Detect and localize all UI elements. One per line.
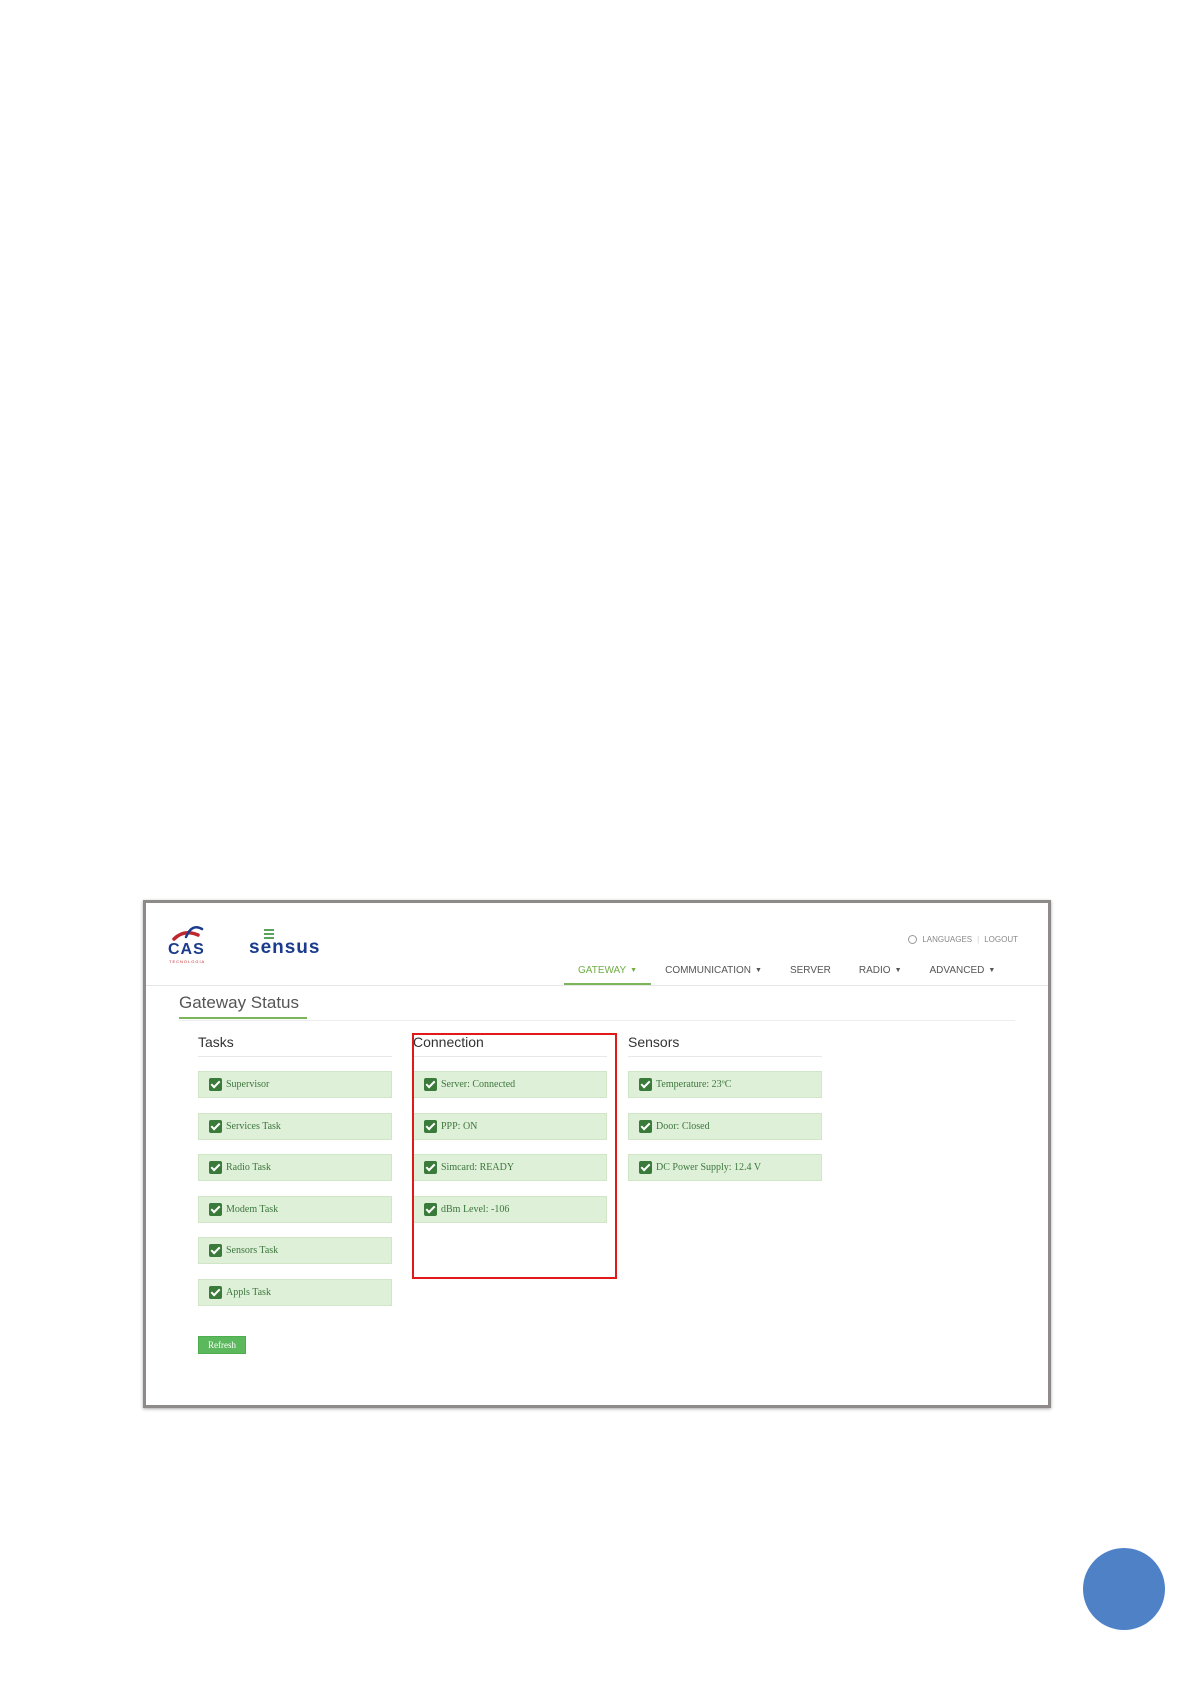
connection-title: Connection: [413, 1034, 607, 1057]
caret-down-icon: ▼: [755, 967, 762, 974]
connection-item-server: Server: Connected: [413, 1071, 607, 1098]
check-icon: [209, 1078, 222, 1091]
tasks-title: Tasks: [198, 1034, 392, 1057]
languages-link[interactable]: LANGUAGES: [922, 935, 972, 944]
refresh-button[interactable]: Refresh: [198, 1336, 246, 1354]
sensor-item-door: Door: Closed: [628, 1112, 822, 1140]
check-icon: [209, 1244, 222, 1257]
title-divider: [179, 1020, 1015, 1021]
status-label: PPP: ON: [441, 1120, 478, 1132]
check-icon: [424, 1119, 437, 1133]
nav-server-label: SERVER: [789, 965, 831, 976]
caret-down-icon: ▼: [630, 967, 638, 974]
sensor-item-temperature: Temperature: 23ºC: [628, 1071, 822, 1098]
check-icon: [209, 1285, 222, 1299]
connection-item-simcard: Simcard: READY: [413, 1154, 607, 1181]
status-label: Radio Task: [226, 1162, 271, 1173]
status-label: DC Power Supply: 12.4 V: [656, 1162, 762, 1173]
status-label: Temperature: 23ºC: [656, 1079, 732, 1090]
status-label: Simcard: READY: [441, 1162, 515, 1173]
sensor-item-power: DC Power Supply: 12.4 V: [628, 1154, 822, 1181]
globe-icon: [908, 935, 918, 944]
status-label: Supervisor: [226, 1079, 270, 1090]
status-label: Server: Connected: [441, 1079, 516, 1090]
page-number-circle: [1083, 1548, 1165, 1630]
connection-column: Connection Server: Connected PPP: ON Sim…: [413, 1034, 607, 1237]
nav-server[interactable]: SERVER: [776, 955, 845, 985]
status-label: Modem Task: [226, 1203, 279, 1215]
nav-communication-label: COMMUNICATION: [665, 965, 752, 976]
sensus-logo-text: sensus: [249, 937, 321, 958]
nav-radio-label: RADIO: [858, 965, 891, 976]
connection-item-ppp: PPP: ON: [413, 1112, 607, 1140]
task-item-services: Services Task: [198, 1112, 392, 1140]
cas-logo-text: CAS: [168, 941, 205, 958]
cas-logo-subtext: TECNOLOGIA: [169, 959, 206, 964]
sensors-column: Sensors Temperature: 23ºC Door: Closed D…: [628, 1034, 822, 1196]
status-label: Sensors Task: [226, 1245, 279, 1256]
connection-item-dbm: dBm Level: -106: [413, 1195, 607, 1223]
caret-down-icon: ▼: [894, 967, 902, 974]
task-item-modem: Modem Task: [198, 1195, 392, 1223]
header-links: LANGUAGES | LOGOUT: [908, 935, 1018, 944]
nav-gateway[interactable]: GATEWAY ▼: [564, 955, 652, 985]
status-label: Services Task: [226, 1120, 281, 1132]
nav-advanced-label: ADVANCED: [929, 965, 985, 976]
check-icon: [639, 1161, 652, 1174]
page-title: Gateway Status: [179, 993, 308, 1019]
caret-down-icon: ▼: [988, 967, 996, 974]
task-item-appls: Appls Task: [198, 1278, 392, 1306]
task-item-sensors: Sensors Task: [198, 1237, 392, 1264]
status-label: Door: Closed: [656, 1120, 710, 1132]
nav-communication[interactable]: COMMUNICATION ▼: [651, 955, 776, 985]
nav-advanced[interactable]: ADVANCED ▼: [916, 955, 1010, 985]
check-icon: [639, 1119, 652, 1133]
task-item-radio: Radio Task: [198, 1154, 392, 1181]
tasks-column: Tasks Supervisor Services Task Radio Tas…: [198, 1034, 392, 1320]
header-separator: |: [977, 935, 980, 944]
status-label: dBm Level: -106: [441, 1203, 510, 1215]
logout-link[interactable]: LOGOUT: [984, 935, 1018, 944]
check-icon: [639, 1078, 652, 1091]
check-icon: [424, 1161, 437, 1174]
check-icon: [209, 1202, 222, 1216]
cas-swoosh-icon: [172, 926, 204, 941]
sensus-logo[interactable]: sensus: [249, 925, 339, 959]
check-icon: [209, 1119, 222, 1133]
nav-gateway-label: GATEWAY: [578, 965, 627, 976]
task-item-supervisor: Supervisor: [198, 1071, 392, 1098]
check-icon: [424, 1078, 437, 1091]
gateway-screenshot: CAS TECNOLOGIA sensus LANGUAGES | LOGOUT…: [143, 900, 1051, 1408]
sensors-title: Sensors: [628, 1034, 822, 1057]
status-label: Appls Task: [226, 1286, 271, 1298]
check-icon: [424, 1202, 437, 1216]
main-nav: GATEWAY ▼ COMMUNICATION ▼ SERVER RADIO ▼ AD…: [564, 955, 1009, 985]
cas-logo[interactable]: CAS TECNOLOGIA: [168, 923, 216, 964]
header-divider: [146, 985, 1048, 986]
nav-radio[interactable]: RADIO ▼: [845, 955, 916, 985]
check-icon: [209, 1161, 222, 1174]
